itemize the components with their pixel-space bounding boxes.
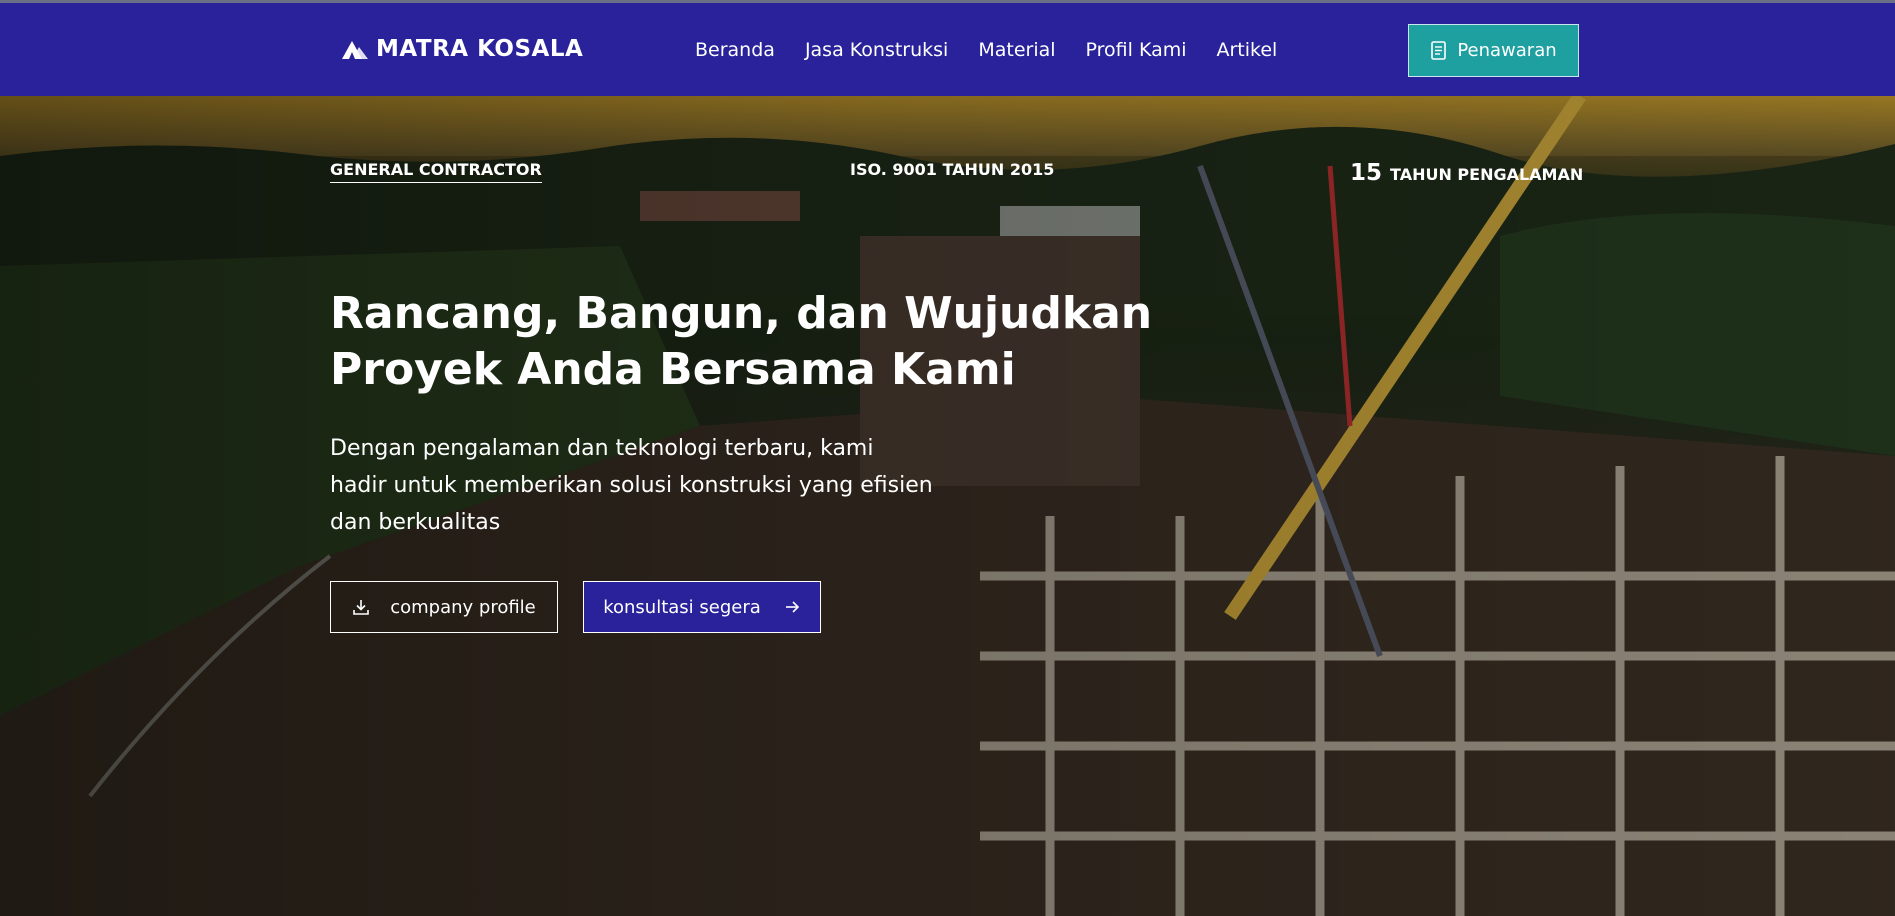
brand-logo[interactable]: MATRA KOSALA [340,36,583,62]
nav-item-jasa-konstruksi[interactable]: Jasa Konstruksi [805,39,948,61]
hero-description-line3: dan berkualitas [330,510,501,535]
hero-section: GENERAL CONTRACTOR ISO. 9001 TAHUN 2015 … [0,96,1895,916]
mountain-logo-icon [342,41,368,59]
badge-row: GENERAL CONTRACTOR ISO. 9001 TAHUN 2015 … [0,160,1895,188]
company-profile-label: company profile [390,596,536,618]
download-icon [353,600,370,615]
hero-description-line1: Dengan pengalaman dan teknologi terbaru,… [330,436,874,461]
nav-item-beranda[interactable]: Beranda [695,39,775,61]
konsultasi-button[interactable]: konsultasi segera [583,581,821,633]
nav-item-artikel[interactable]: Artikel [1217,39,1278,61]
general-contractor-badge[interactable]: GENERAL CONTRACTOR [330,160,542,183]
hero-headline-line1: Rancang, Bangun, dan Wujudkan [330,288,1153,339]
penawaran-label: Penawaran [1457,40,1557,61]
experience-years: 15 [1350,160,1383,186]
brand-name: MATRA KOSALA [376,36,584,62]
arrow-right-icon [785,601,799,613]
hero-headline: Rancang, Bangun, dan Wujudkan Proyek And… [330,286,1190,398]
nav-item-profil-kami[interactable]: Profil Kami [1086,39,1187,61]
navbar: MATRA KOSALA Beranda Jasa Konstruksi Mat… [0,3,1895,96]
iso-badge: ISO. 9001 TAHUN 2015 [850,160,1055,179]
hero-description-line2: hadir untuk memberikan solusi konstruksi… [330,473,933,498]
hero-headline-line2: Proyek Anda Bersama Kami [330,344,1016,395]
document-icon [1431,41,1447,60]
konsultasi-label: konsultasi segera [603,596,761,618]
hero-description: Dengan pengalaman dan teknologi terbaru,… [330,430,980,541]
experience-badge: 15 TAHUN PENGALAMAN [1350,160,1583,186]
experience-label: TAHUN PENGALAMAN [1390,165,1584,184]
company-profile-button[interactable]: company profile [330,581,558,633]
penawaran-button[interactable]: Penawaran [1408,24,1579,77]
nav-item-material[interactable]: Material [978,39,1055,61]
main-nav: Beranda Jasa Konstruksi Material Profil … [695,39,1277,61]
